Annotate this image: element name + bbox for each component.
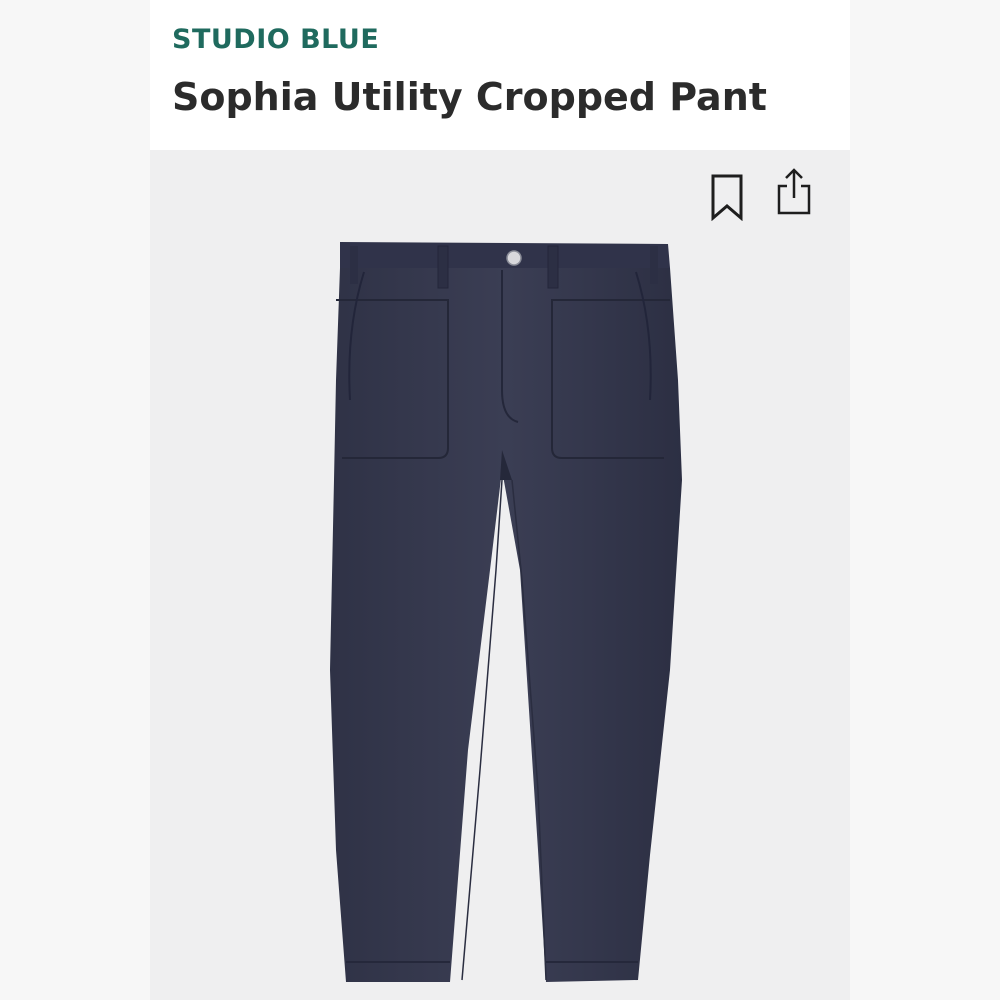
product-image — [330, 242, 682, 982]
bookmark-icon[interactable] — [705, 172, 749, 222]
product-title: Sophia Utility Cropped Pant — [172, 75, 767, 119]
product-image-area — [150, 150, 850, 1000]
share-icon[interactable] — [772, 166, 816, 216]
right-margin — [850, 0, 1000, 1000]
product-header: STUDIO BLUE Sophia Utility Cropped Pant — [150, 0, 850, 150]
product-card: STUDIO BLUE Sophia Utility Cropped Pant — [150, 0, 850, 1000]
left-margin — [0, 0, 150, 1000]
brand-name[interactable]: STUDIO BLUE — [172, 24, 379, 56]
pants-illustration — [330, 242, 682, 982]
